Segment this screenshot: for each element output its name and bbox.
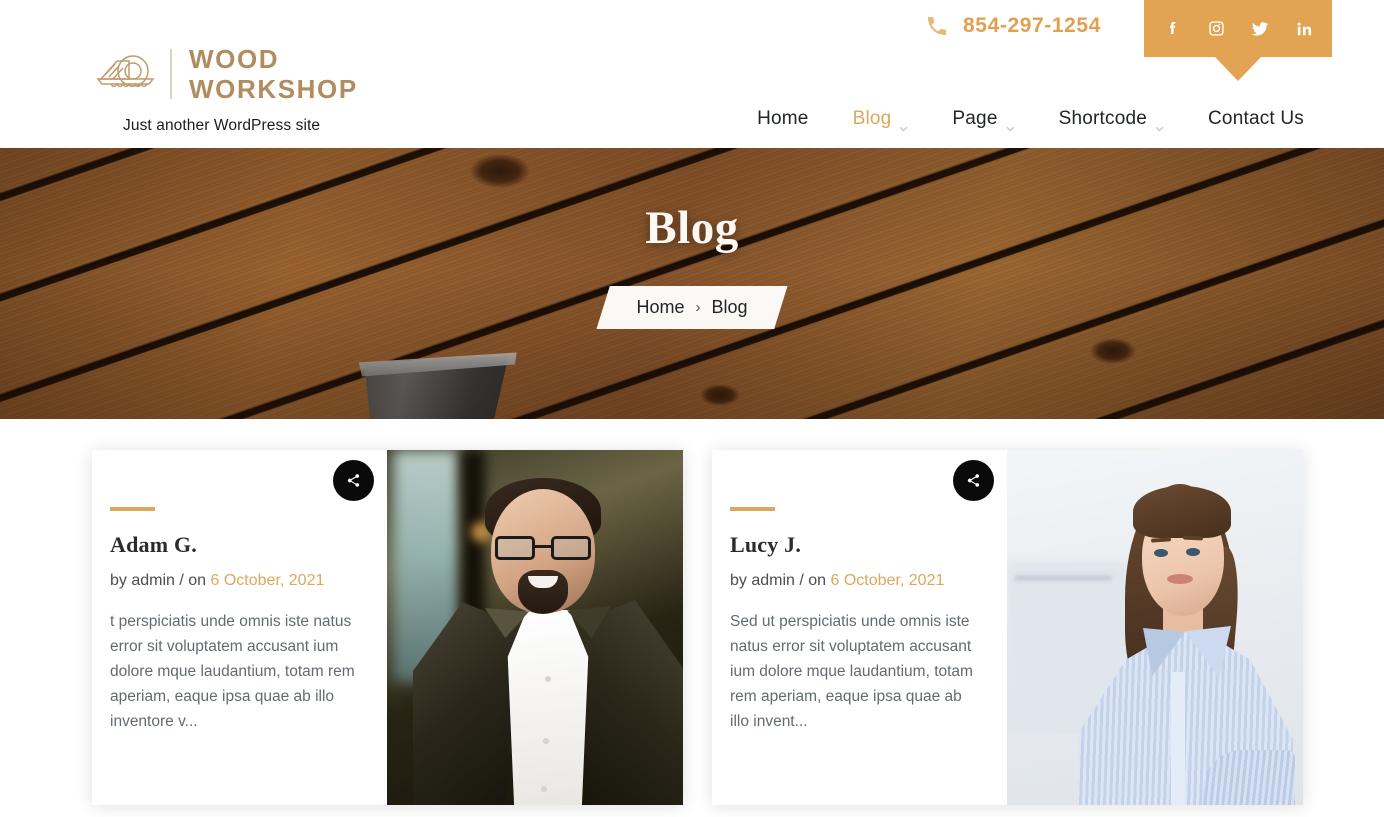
- share-button[interactable]: [953, 460, 994, 501]
- post-image-woman-portrait: [1007, 450, 1303, 805]
- nav-item-blog[interactable]: Blog: [831, 108, 931, 132]
- post-image-man-portrait: [387, 450, 683, 805]
- phone-block[interactable]: 854-297-1254: [925, 14, 1101, 38]
- chevron-down-icon: [899, 116, 908, 132]
- nav-label: Blog: [852, 108, 892, 129]
- chevron-down-icon: [1155, 116, 1164, 132]
- phone-number[interactable]: 854-297-1254: [963, 14, 1101, 38]
- site-tagline: Just another WordPress site: [123, 117, 321, 134]
- breadcrumb-home-link[interactable]: Home: [636, 297, 684, 318]
- blog-post-grid: Adam G. by admin / on 6 October, 2021 t …: [0, 419, 1384, 805]
- chevron-down-icon: [1006, 116, 1015, 132]
- instagram-icon[interactable]: [1206, 19, 1226, 39]
- nav-item-contact-us[interactable]: Contact Us: [1186, 108, 1304, 130]
- facebook-icon[interactable]: [1162, 19, 1182, 39]
- post-author-prefix: by admin / on: [110, 572, 207, 589]
- main-navigation: Home Blog Page Shortcode Contact Us: [735, 108, 1304, 132]
- nav-item-home[interactable]: Home: [735, 108, 830, 130]
- social-links-bar: [1144, 0, 1332, 57]
- page-hero-banner: Blog Home › Blog: [0, 148, 1384, 419]
- site-header: Wood Workshop Just another WordPress sit…: [0, 0, 1384, 148]
- post-meta: by admin / on 6 October, 2021: [730, 572, 979, 590]
- post-excerpt: t perspiciatis unde omnis iste natus err…: [110, 613, 355, 730]
- page-title: Blog: [645, 202, 739, 254]
- breadcrumb-separator-icon: ›: [695, 299, 701, 316]
- post-thumbnail[interactable]: [387, 450, 683, 805]
- breadcrumb-current: Blog: [711, 297, 748, 317]
- twitter-icon[interactable]: [1250, 19, 1270, 39]
- logo-text: Wood Workshop: [189, 44, 358, 104]
- breadcrumb: Home › Blog: [596, 286, 788, 329]
- site-logo[interactable]: Wood Workshop: [95, 44, 358, 104]
- nav-label: Page: [952, 108, 998, 129]
- post-meta: by admin / on 6 October, 2021: [110, 572, 359, 590]
- circular-saw-icon: [95, 51, 161, 97]
- logo-text-line1: Wood: [189, 44, 280, 74]
- title-accent-bar: [730, 507, 775, 511]
- nav-label: Contact Us: [1208, 108, 1304, 129]
- post-author-prefix: by admin / on: [730, 572, 827, 589]
- post-thumbnail[interactable]: [1007, 450, 1303, 805]
- share-icon: [346, 473, 361, 488]
- post-title[interactable]: Lucy J.: [730, 532, 979, 558]
- blog-post-card[interactable]: Adam G. by admin / on 6 October, 2021 t …: [92, 450, 683, 805]
- social-bar-tail: [1215, 57, 1261, 81]
- nav-label: Shortcode: [1058, 108, 1148, 129]
- nav-item-page[interactable]: Page: [930, 108, 1036, 132]
- post-date[interactable]: 6 October, 2021: [211, 572, 325, 589]
- blog-post-card[interactable]: Lucy J. by admin / on 6 October, 2021 Se…: [712, 450, 1303, 805]
- title-accent-bar: [110, 507, 155, 511]
- hero-overlay: [0, 148, 1384, 419]
- phone-icon: [925, 14, 949, 38]
- post-date[interactable]: 6 October, 2021: [831, 572, 945, 589]
- nav-label: Home: [757, 108, 809, 129]
- linkedin-icon[interactable]: [1294, 19, 1314, 39]
- share-icon: [966, 473, 981, 488]
- logo-text-line2: Workshop: [189, 74, 358, 104]
- social-links-panel: [1144, 0, 1332, 81]
- logo-divider: [170, 49, 172, 99]
- post-title[interactable]: Adam G.: [110, 532, 359, 558]
- post-excerpt: Sed ut perspiciatis unde omnis iste natu…: [730, 613, 973, 730]
- share-button[interactable]: [333, 460, 374, 501]
- nav-item-shortcode[interactable]: Shortcode: [1037, 108, 1186, 132]
- post-content: Lucy J. by admin / on 6 October, 2021 Se…: [712, 450, 1007, 805]
- post-content: Adam G. by admin / on 6 October, 2021 t …: [92, 450, 387, 805]
